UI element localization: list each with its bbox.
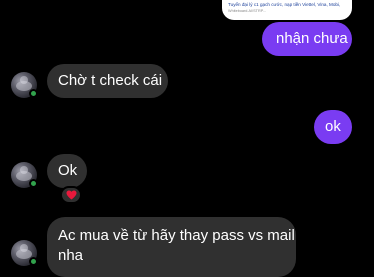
incoming-message-bubble[interactable]: Ok xyxy=(47,154,87,188)
link-preview-title: Tuyển đại lý c1 gạch cước, nạp tiền Viet… xyxy=(228,2,341,7)
heart-icon xyxy=(66,190,76,200)
message-text: nhận chưa xyxy=(276,30,348,47)
message-text-continued: nha xyxy=(58,247,84,264)
link-preview-subtitle: Whiteboard.AI/STRP... xyxy=(228,9,266,13)
outgoing-message-bubble[interactable]: nhận chưa xyxy=(262,22,352,56)
message-text: Ok xyxy=(58,162,78,179)
link-preview-card[interactable]: Tuyển đại lý c1 gạch cước, nạp tiền Viet… xyxy=(222,0,352,20)
incoming-message-bubble[interactable]: Chờ t check cái xyxy=(47,64,168,98)
message-text: ok xyxy=(325,118,341,135)
message-reaction[interactable] xyxy=(60,186,82,204)
online-status-indicator xyxy=(29,257,38,266)
online-status-indicator xyxy=(29,179,38,188)
message-text: Ac mua về từ hãy thay pass vs mail xyxy=(58,227,295,244)
incoming-message-bubble[interactable]: Ac mua về từ hãy thay pass vs mail nha xyxy=(47,217,296,277)
online-status-indicator xyxy=(29,89,38,98)
outgoing-message-bubble[interactable]: ok xyxy=(314,110,352,144)
message-text: Chờ t check cái xyxy=(58,72,163,89)
